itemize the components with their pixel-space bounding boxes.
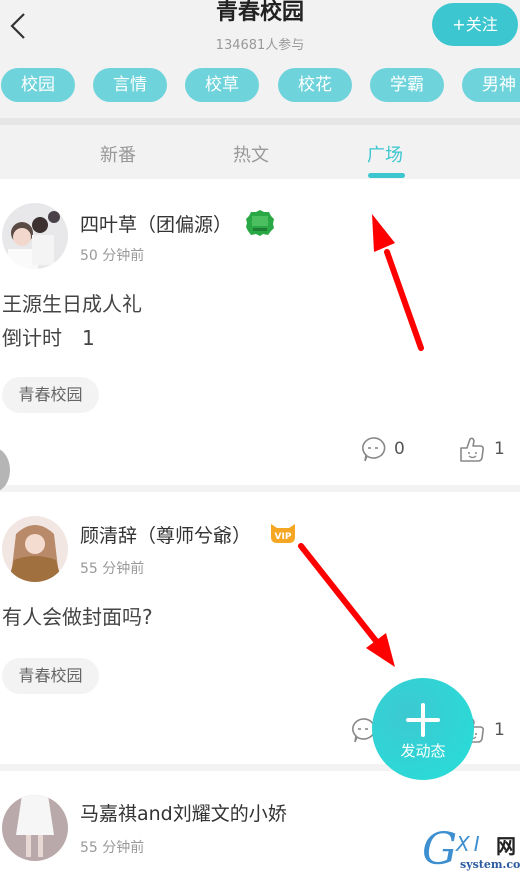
active-tab-indicator xyxy=(368,173,405,178)
post-update-button[interactable]: 发动态 xyxy=(372,678,474,780)
watermark-logo: G XI 网 system.com xyxy=(420,824,520,874)
watermark-xi: XI xyxy=(456,832,484,856)
thumbs-up-icon xyxy=(460,437,485,462)
post-card[interactable]: 四叶草（团偏源） 50 分钟前 王源生日成人礼 倒计时 1 青春校园 0 1 xyxy=(0,179,520,485)
watermark-g: G xyxy=(422,824,458,874)
watermark-domain: system.com xyxy=(460,858,520,871)
tag-pill[interactable]: 校园 xyxy=(1,68,75,102)
watermark-net: 网 xyxy=(496,834,516,858)
tag-pill[interactable]: 男神 xyxy=(462,68,520,102)
avatar-image xyxy=(2,516,68,582)
follow-button[interactable]: +关注 xyxy=(432,3,518,46)
tag-list: 校园 言情 校草 校花 学霸 男神 xyxy=(0,68,520,102)
tag-pill[interactable]: 校草 xyxy=(185,68,259,102)
avatar[interactable] xyxy=(2,203,68,269)
comment-icon xyxy=(362,437,386,462)
tab-square[interactable]: 广场 xyxy=(367,141,403,167)
svg-text:VIP: VIP xyxy=(275,532,292,542)
avatar[interactable] xyxy=(2,516,68,582)
plus-icon xyxy=(406,703,440,737)
divider xyxy=(0,118,520,125)
comment-count: 0 xyxy=(394,439,405,459)
topic-tag[interactable]: 青春校园 xyxy=(2,658,99,694)
topic-tag[interactable]: 青春校园 xyxy=(2,377,99,413)
tag-pill[interactable]: 言情 xyxy=(93,68,167,102)
comment-button[interactable]: 0 xyxy=(360,435,405,463)
tab-hot[interactable]: 热文 xyxy=(233,141,269,167)
avatar-image xyxy=(2,203,68,269)
post-time: 55 分钟前 xyxy=(80,840,145,856)
tab-bar: 新番 热文 广场 xyxy=(0,125,520,179)
like-count: 1 xyxy=(494,720,505,740)
post-content[interactable]: 有人会做封面吗? xyxy=(2,600,153,634)
medal-badge-icon xyxy=(244,209,274,236)
username[interactable]: 马嘉祺and刘耀文的小娇 xyxy=(80,799,287,826)
like-count: 1 xyxy=(494,439,505,459)
like-button[interactable]: 1 xyxy=(458,435,505,463)
post-divider xyxy=(0,485,520,492)
username[interactable]: 顾清辞（尊师兮爺） xyxy=(80,521,251,548)
tab-new[interactable]: 新番 xyxy=(100,141,136,167)
post-time: 55 分钟前 xyxy=(80,561,145,577)
avatar[interactable] xyxy=(2,795,68,861)
avatar-image xyxy=(2,795,68,861)
post-content[interactable]: 王源生日成人礼 倒计时 1 xyxy=(2,287,142,355)
post-time: 50 分钟前 xyxy=(80,248,145,264)
tag-pill[interactable]: 学霸 xyxy=(370,68,444,102)
topic-header: 青春校园 134681人参与 +关注 校园 言情 校草 校花 学霸 男神 xyxy=(0,0,520,118)
vip-badge-icon: VIP xyxy=(269,521,299,545)
username[interactable]: 四叶草（团偏源） xyxy=(80,210,232,237)
post-update-label: 发动态 xyxy=(400,742,446,760)
tag-pill[interactable]: 校花 xyxy=(278,68,352,102)
